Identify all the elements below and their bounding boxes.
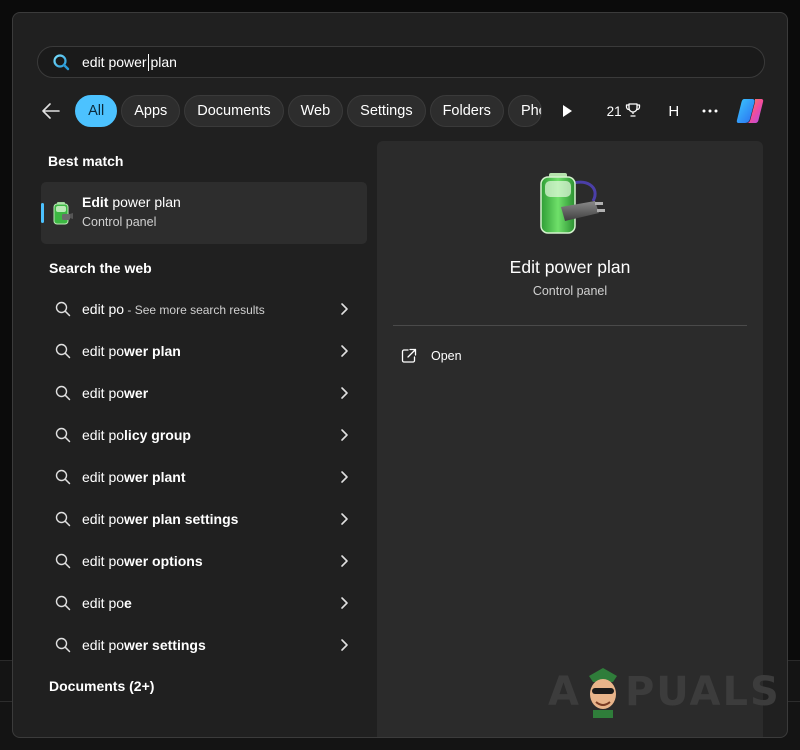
preview-divider — [393, 325, 747, 326]
web-suggestion-label: edit power options — [82, 553, 203, 569]
best-match-heading: Best match — [48, 153, 124, 169]
open-external-icon — [401, 348, 417, 364]
search-icon — [55, 511, 71, 527]
search-icon — [55, 469, 71, 485]
web-suggestion-item[interactable]: edit power options — [41, 541, 367, 581]
search-icon — [55, 553, 71, 569]
search-icon — [55, 343, 71, 359]
web-suggestion-label: edit po - See more search results — [82, 301, 265, 317]
best-match-subtitle: Control panel — [82, 215, 157, 229]
more-options-icon[interactable] — [701, 100, 719, 122]
preview-title: Edit power plan — [509, 257, 631, 277]
web-suggestion-label: edit power plant — [82, 469, 186, 485]
chevron-right-icon[interactable] — [339, 344, 349, 358]
web-suggestion-item[interactable]: edit power plant — [41, 457, 367, 497]
filter-chip-photos[interactable]: Phot — [507, 95, 543, 127]
web-suggestion-item[interactable]: edit policy group — [41, 415, 367, 455]
web-suggestion-item[interactable]: edit poe — [41, 583, 367, 623]
open-action-label: Open — [431, 349, 462, 363]
web-suggestion-item[interactable]: edit power settings — [41, 625, 367, 665]
copilot-icon[interactable] — [735, 94, 765, 128]
trophy-icon — [625, 102, 641, 121]
web-suggestion-item[interactable]: edit po - See more search results — [41, 289, 367, 329]
web-suggestion-item[interactable]: edit power plan settings — [41, 499, 367, 539]
chevron-right-icon[interactable] — [339, 470, 349, 484]
large-battery-plug-icon — [535, 171, 607, 239]
chevron-right-icon[interactable] — [339, 386, 349, 400]
chevron-right-icon[interactable] — [339, 638, 349, 652]
web-suggestion-label: edit power plan settings — [82, 511, 239, 527]
filter-chip-folders[interactable]: Folders — [429, 95, 504, 127]
web-suggestion-label: edit policy group — [82, 427, 191, 443]
user-avatar[interactable]: H — [665, 100, 683, 122]
search-icon — [55, 595, 71, 611]
appuals-watermark: A PUALS — [548, 656, 779, 728]
web-suggestion-label: edit power settings — [82, 637, 206, 653]
text-caret — [148, 54, 149, 71]
best-match-result[interactable]: Edit power plan Control panel — [41, 182, 367, 244]
back-arrow-icon[interactable] — [37, 95, 65, 127]
filter-chip-web[interactable]: Web — [287, 95, 344, 127]
search-box[interactable] — [37, 46, 765, 78]
search-icon — [55, 637, 71, 653]
rewards-points[interactable]: 21 — [607, 102, 641, 121]
web-suggestion-label: edit power — [82, 385, 149, 401]
chevron-right-icon[interactable] — [339, 428, 349, 442]
filter-chip-all[interactable]: All — [75, 95, 118, 127]
chevron-right-icon[interactable] — [339, 512, 349, 526]
filter-chip-settings[interactable]: Settings — [347, 95, 426, 127]
web-suggestion-item[interactable]: edit power — [41, 373, 367, 413]
filter-bar: All Apps Documents Web Settings Folders … — [37, 94, 765, 128]
documents-heading[interactable]: Documents (2+) — [49, 678, 154, 694]
search-icon — [55, 427, 71, 443]
chevron-right-icon[interactable] — [339, 596, 349, 610]
battery-plug-icon — [51, 200, 75, 226]
watermark-mascot-icon — [583, 666, 623, 718]
best-match-title: Edit power plan — [82, 194, 181, 210]
search-the-web-heading: Search the web — [49, 260, 152, 276]
web-suggestion-item[interactable]: edit power plan — [41, 331, 367, 371]
filter-chip-documents[interactable]: Documents — [184, 95, 284, 127]
chevron-right-icon[interactable] — [339, 302, 349, 316]
preview-subtitle: Control panel — [532, 284, 608, 298]
rewards-points-value: 21 — [606, 103, 622, 119]
search-input[interactable] — [82, 54, 682, 70]
search-icon — [55, 301, 71, 317]
watermark-text-end: PUALS — [624, 669, 781, 715]
web-suggestion-label: edit power plan — [82, 343, 181, 359]
scroll-right-play-icon[interactable] — [554, 95, 580, 127]
web-suggestion-label: edit poe — [82, 595, 132, 611]
watermark-text-start: A — [548, 669, 581, 715]
open-action[interactable]: Open — [401, 345, 462, 367]
selection-indicator — [41, 203, 44, 223]
chevron-right-icon[interactable] — [339, 554, 349, 568]
filter-chip-apps[interactable]: Apps — [121, 95, 181, 127]
preview-pane: Edit power plan Control panel Open — [377, 141, 763, 737]
search-icon — [52, 53, 70, 71]
start-search-panel: All Apps Documents Web Settings Folders … — [12, 12, 788, 738]
search-icon — [55, 385, 71, 401]
